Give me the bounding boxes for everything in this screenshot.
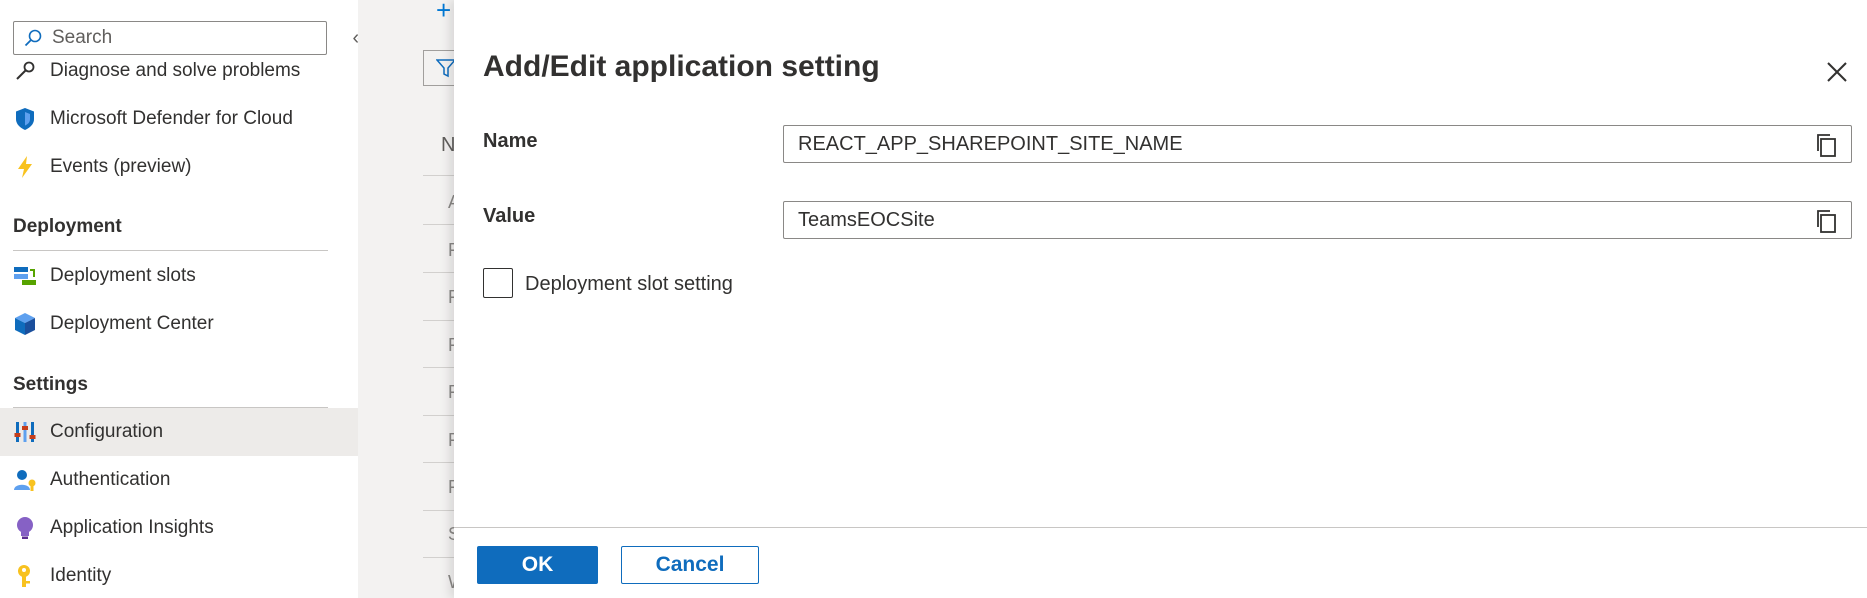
name-field[interactable] <box>783 125 1852 163</box>
sidebar-item-authentication[interactable]: Authentication <box>0 456 358 504</box>
sidebar-item-identity[interactable]: Identity <box>0 552 358 598</box>
sidebar-item-label: Diagnose and solve problems <box>50 60 301 81</box>
row-divider <box>423 367 454 368</box>
sidebar-item-diagnose[interactable]: Diagnose and solve problems <box>0 47 358 95</box>
row-divider <box>423 272 454 273</box>
panel-title: Add/Edit application setting <box>483 50 880 83</box>
section-title-deployment: Deployment <box>13 216 122 237</box>
sidebar-item-label: Identity <box>50 565 112 586</box>
sidebar-item-application-insights[interactable]: Application Insights <box>0 504 358 552</box>
sidebar-item-defender[interactable]: Microsoft Defender for Cloud <box>0 95 358 143</box>
sidebar-item-label: Deployment slots <box>50 265 196 286</box>
cube-icon <box>12 311 38 337</box>
filter-box <box>423 50 454 86</box>
close-icon[interactable] <box>1825 60 1849 84</box>
row-divider <box>423 224 454 225</box>
left-navigation: « Diagnose and solve problems Microsoft … <box>0 0 358 598</box>
name-input[interactable] <box>796 131 1800 157</box>
sidebar-item-configuration[interactable]: Configuration <box>0 408 358 456</box>
background-page: + N A F F F F F F S W <box>358 0 454 598</box>
copy-icon[interactable] <box>1815 209 1837 233</box>
value-field[interactable] <box>783 201 1852 239</box>
lightbulb-icon <box>12 515 38 541</box>
sidebar-item-deployment-center[interactable]: Deployment Center <box>0 300 358 348</box>
value-input[interactable] <box>796 207 1800 233</box>
key-icon <box>12 563 38 589</box>
row-divider <box>423 320 454 321</box>
sidebar-item-events[interactable]: Events (preview) <box>0 143 358 191</box>
section-divider <box>13 250 328 251</box>
deployment-slots-icon <box>12 263 38 289</box>
filter-icon <box>436 59 454 78</box>
deployment-slot-checkbox[interactable] <box>483 268 513 298</box>
wrench-icon <box>12 58 38 84</box>
section-title-settings: Settings <box>13 374 88 395</box>
user-key-icon <box>12 467 38 493</box>
add-edit-setting-panel: Add/Edit application setting Name Value … <box>454 0 1867 598</box>
sidebar-item-deployment-slots[interactable]: Deployment slots <box>0 252 358 300</box>
collapse-sidebar-icon[interactable]: « <box>348 28 358 48</box>
cancel-button[interactable]: Cancel <box>621 546 759 584</box>
sidebar-item-label: Microsoft Defender for Cloud <box>50 108 293 129</box>
ok-button[interactable]: OK <box>477 546 598 584</box>
value-label: Value <box>483 205 536 227</box>
row-divider <box>423 557 454 558</box>
name-label: Name <box>483 130 538 152</box>
row-divider <box>423 415 454 416</box>
sidebar-item-label: Application Insights <box>50 517 214 538</box>
deployment-slot-label[interactable]: Deployment slot setting <box>525 273 733 296</box>
sidebar-item-label: Deployment Center <box>50 313 214 334</box>
sidebar-item-label: Configuration <box>50 421 164 442</box>
sidebar-item-label: Authentication <box>50 469 171 490</box>
shield-icon <box>12 106 38 132</box>
footer-divider <box>454 527 1867 528</box>
lightning-icon <box>12 154 38 180</box>
add-icon: + <box>436 0 452 25</box>
sliders-icon <box>12 419 38 445</box>
copy-icon[interactable] <box>1815 133 1837 157</box>
search-icon <box>22 27 44 49</box>
column-header-letter: N <box>441 134 454 156</box>
sidebar-item-label: Events (preview) <box>50 156 192 177</box>
row-divider <box>423 510 454 511</box>
row-divider <box>423 462 454 463</box>
row-divider <box>423 175 454 176</box>
